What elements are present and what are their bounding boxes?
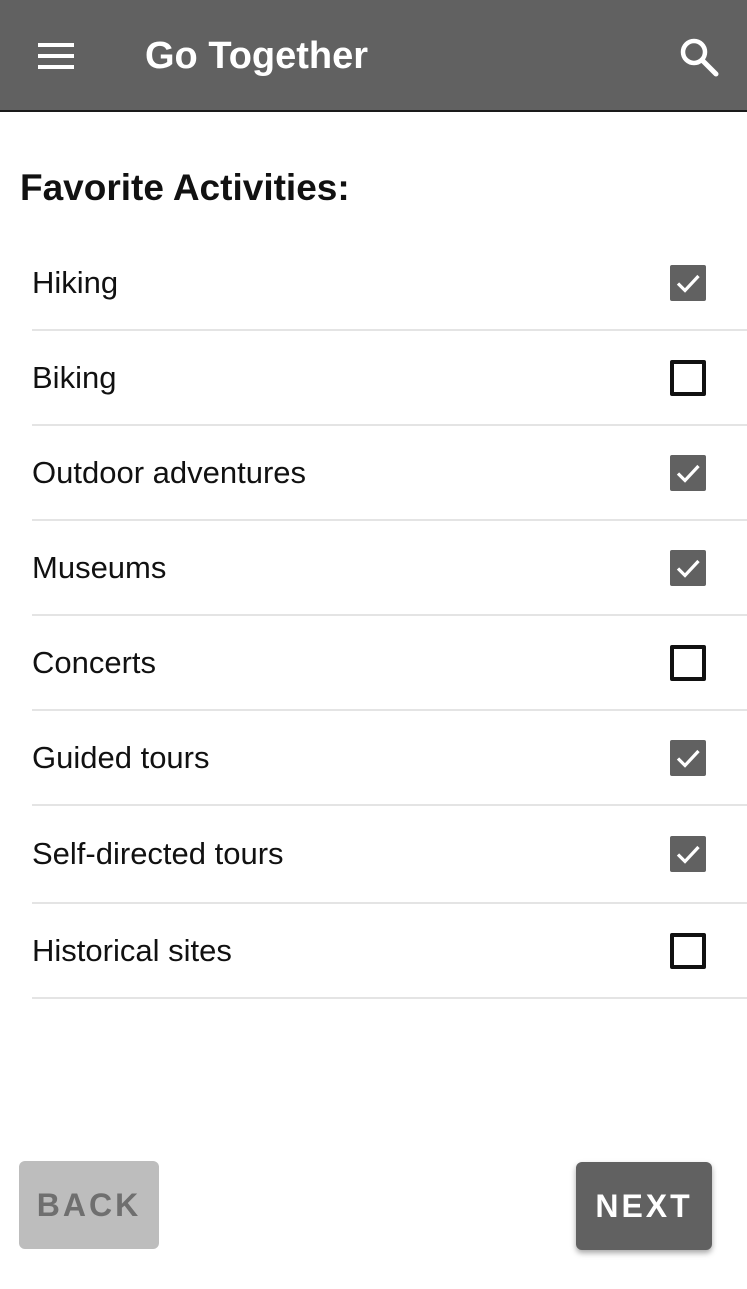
activity-item[interactable]: Biking <box>32 331 747 426</box>
checkbox-unchecked[interactable] <box>670 644 706 681</box>
activity-label: Self-directed tours <box>32 836 284 871</box>
check-icon <box>676 464 700 483</box>
menu-button[interactable] <box>30 34 82 78</box>
activity-item[interactable]: Outdoor adventures <box>32 426 747 521</box>
activity-item[interactable]: Guided tours <box>32 711 747 806</box>
checkbox-checked[interactable] <box>670 836 706 872</box>
activity-label: Museums <box>32 549 167 585</box>
checkbox-checked[interactable] <box>670 454 706 491</box>
app-bar: Go Together <box>0 0 747 112</box>
checkbox-checked[interactable] <box>670 264 706 301</box>
activity-label: Guided tours <box>32 739 210 775</box>
app-title: Go Together <box>145 35 369 77</box>
menu-icon <box>38 43 74 69</box>
activity-label: Hiking <box>32 264 119 300</box>
activity-list: Hiking Biking Outdoor adventures Museums Con… <box>32 236 747 999</box>
search-button[interactable] <box>672 30 724 82</box>
activity-item[interactable]: Hiking <box>32 236 747 331</box>
checkbox-unchecked[interactable] <box>670 359 706 396</box>
activity-item[interactable]: Historical sites <box>32 904 747 999</box>
search-icon <box>680 38 719 77</box>
back-button[interactable]: BACK <box>19 1161 159 1249</box>
checkbox-checked[interactable] <box>670 739 706 776</box>
activity-item[interactable]: Concerts <box>32 616 747 711</box>
checkbox-checked[interactable] <box>670 549 706 586</box>
activity-label: Historical sites <box>32 932 232 968</box>
check-icon <box>676 559 700 578</box>
check-icon <box>676 274 700 293</box>
activity-label: Outdoor adventures <box>32 454 307 490</box>
checkbox-unchecked[interactable] <box>670 932 706 969</box>
check-icon <box>676 749 700 768</box>
activity-item[interactable]: Museums <box>32 521 747 616</box>
activity-item[interactable]: Self-directed tours <box>32 806 747 904</box>
activity-label: Biking <box>32 359 117 395</box>
check-icon <box>676 845 700 864</box>
activity-label: Concerts <box>32 644 157 680</box>
section-title: Favorite Activities: <box>20 167 350 208</box>
next-button[interactable]: NEXT <box>576 1162 712 1250</box>
